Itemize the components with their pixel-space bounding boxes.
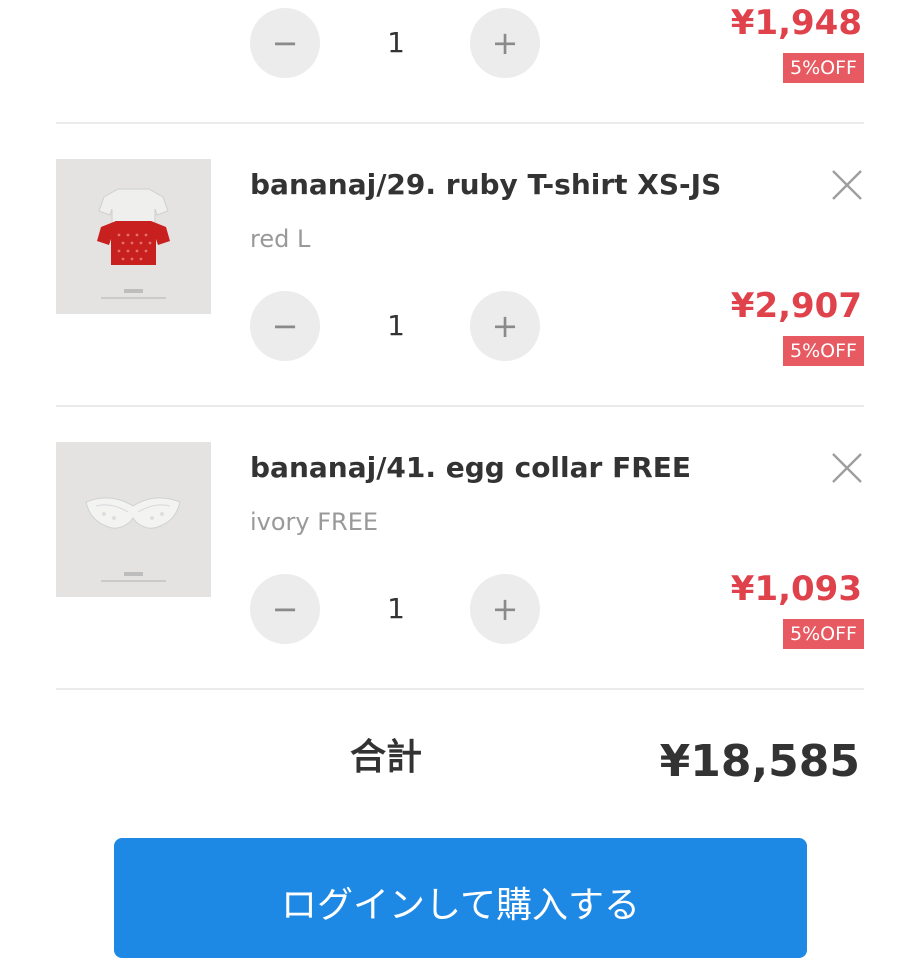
discount-badge: 5%OFF <box>783 53 864 83</box>
minus-icon: − <box>271 24 299 62</box>
quantity-value: 1 <box>387 309 405 342</box>
divider <box>56 688 864 690</box>
quantity-value: 1 <box>387 26 405 59</box>
increase-quantity-button[interactable]: + <box>470 291 540 361</box>
close-icon[interactable] <box>830 451 864 485</box>
product-image[interactable] <box>56 159 211 314</box>
login-and-purchase-button[interactable]: ログインして購入する <box>114 838 807 958</box>
increase-quantity-button[interactable]: + <box>470 8 540 78</box>
product-title[interactable]: bananaj/41. egg collar FREE <box>250 454 691 482</box>
item-price: ¥2,907 <box>730 286 862 326</box>
decrease-quantity-button[interactable]: − <box>250 8 320 78</box>
decrease-quantity-button[interactable]: − <box>250 291 320 361</box>
minus-icon: − <box>271 307 299 345</box>
quantity-value: 1 <box>387 592 405 625</box>
ivory-lace-collar-photo <box>56 442 211 597</box>
discount-badge: 5%OFF <box>783 336 864 366</box>
red-knit-t-shirt-photo <box>56 159 211 314</box>
minus-icon: − <box>271 590 299 628</box>
discount-badge: 5%OFF <box>783 619 864 649</box>
total-label: 合計 <box>350 737 423 778</box>
product-variant: ivory FREE <box>250 508 379 536</box>
item-price: ¥1,093 <box>730 569 862 609</box>
plus-icon: + <box>491 24 519 62</box>
plus-icon: + <box>491 590 519 628</box>
checkout-button-label: ログインして購入する <box>281 885 640 926</box>
divider <box>56 405 864 407</box>
product-variant: red L <box>250 225 311 253</box>
decrease-quantity-button[interactable]: − <box>250 574 320 644</box>
total-value: ¥18,585 <box>659 736 860 787</box>
increase-quantity-button[interactable]: + <box>470 574 540 644</box>
item-price: ¥1,948 <box>730 3 862 43</box>
close-icon[interactable] <box>830 168 864 202</box>
plus-icon: + <box>491 307 519 345</box>
divider <box>56 122 864 124</box>
product-title[interactable]: bananaj/29. ruby T-shirt XS-JS <box>250 171 721 199</box>
product-image[interactable] <box>56 442 211 597</box>
